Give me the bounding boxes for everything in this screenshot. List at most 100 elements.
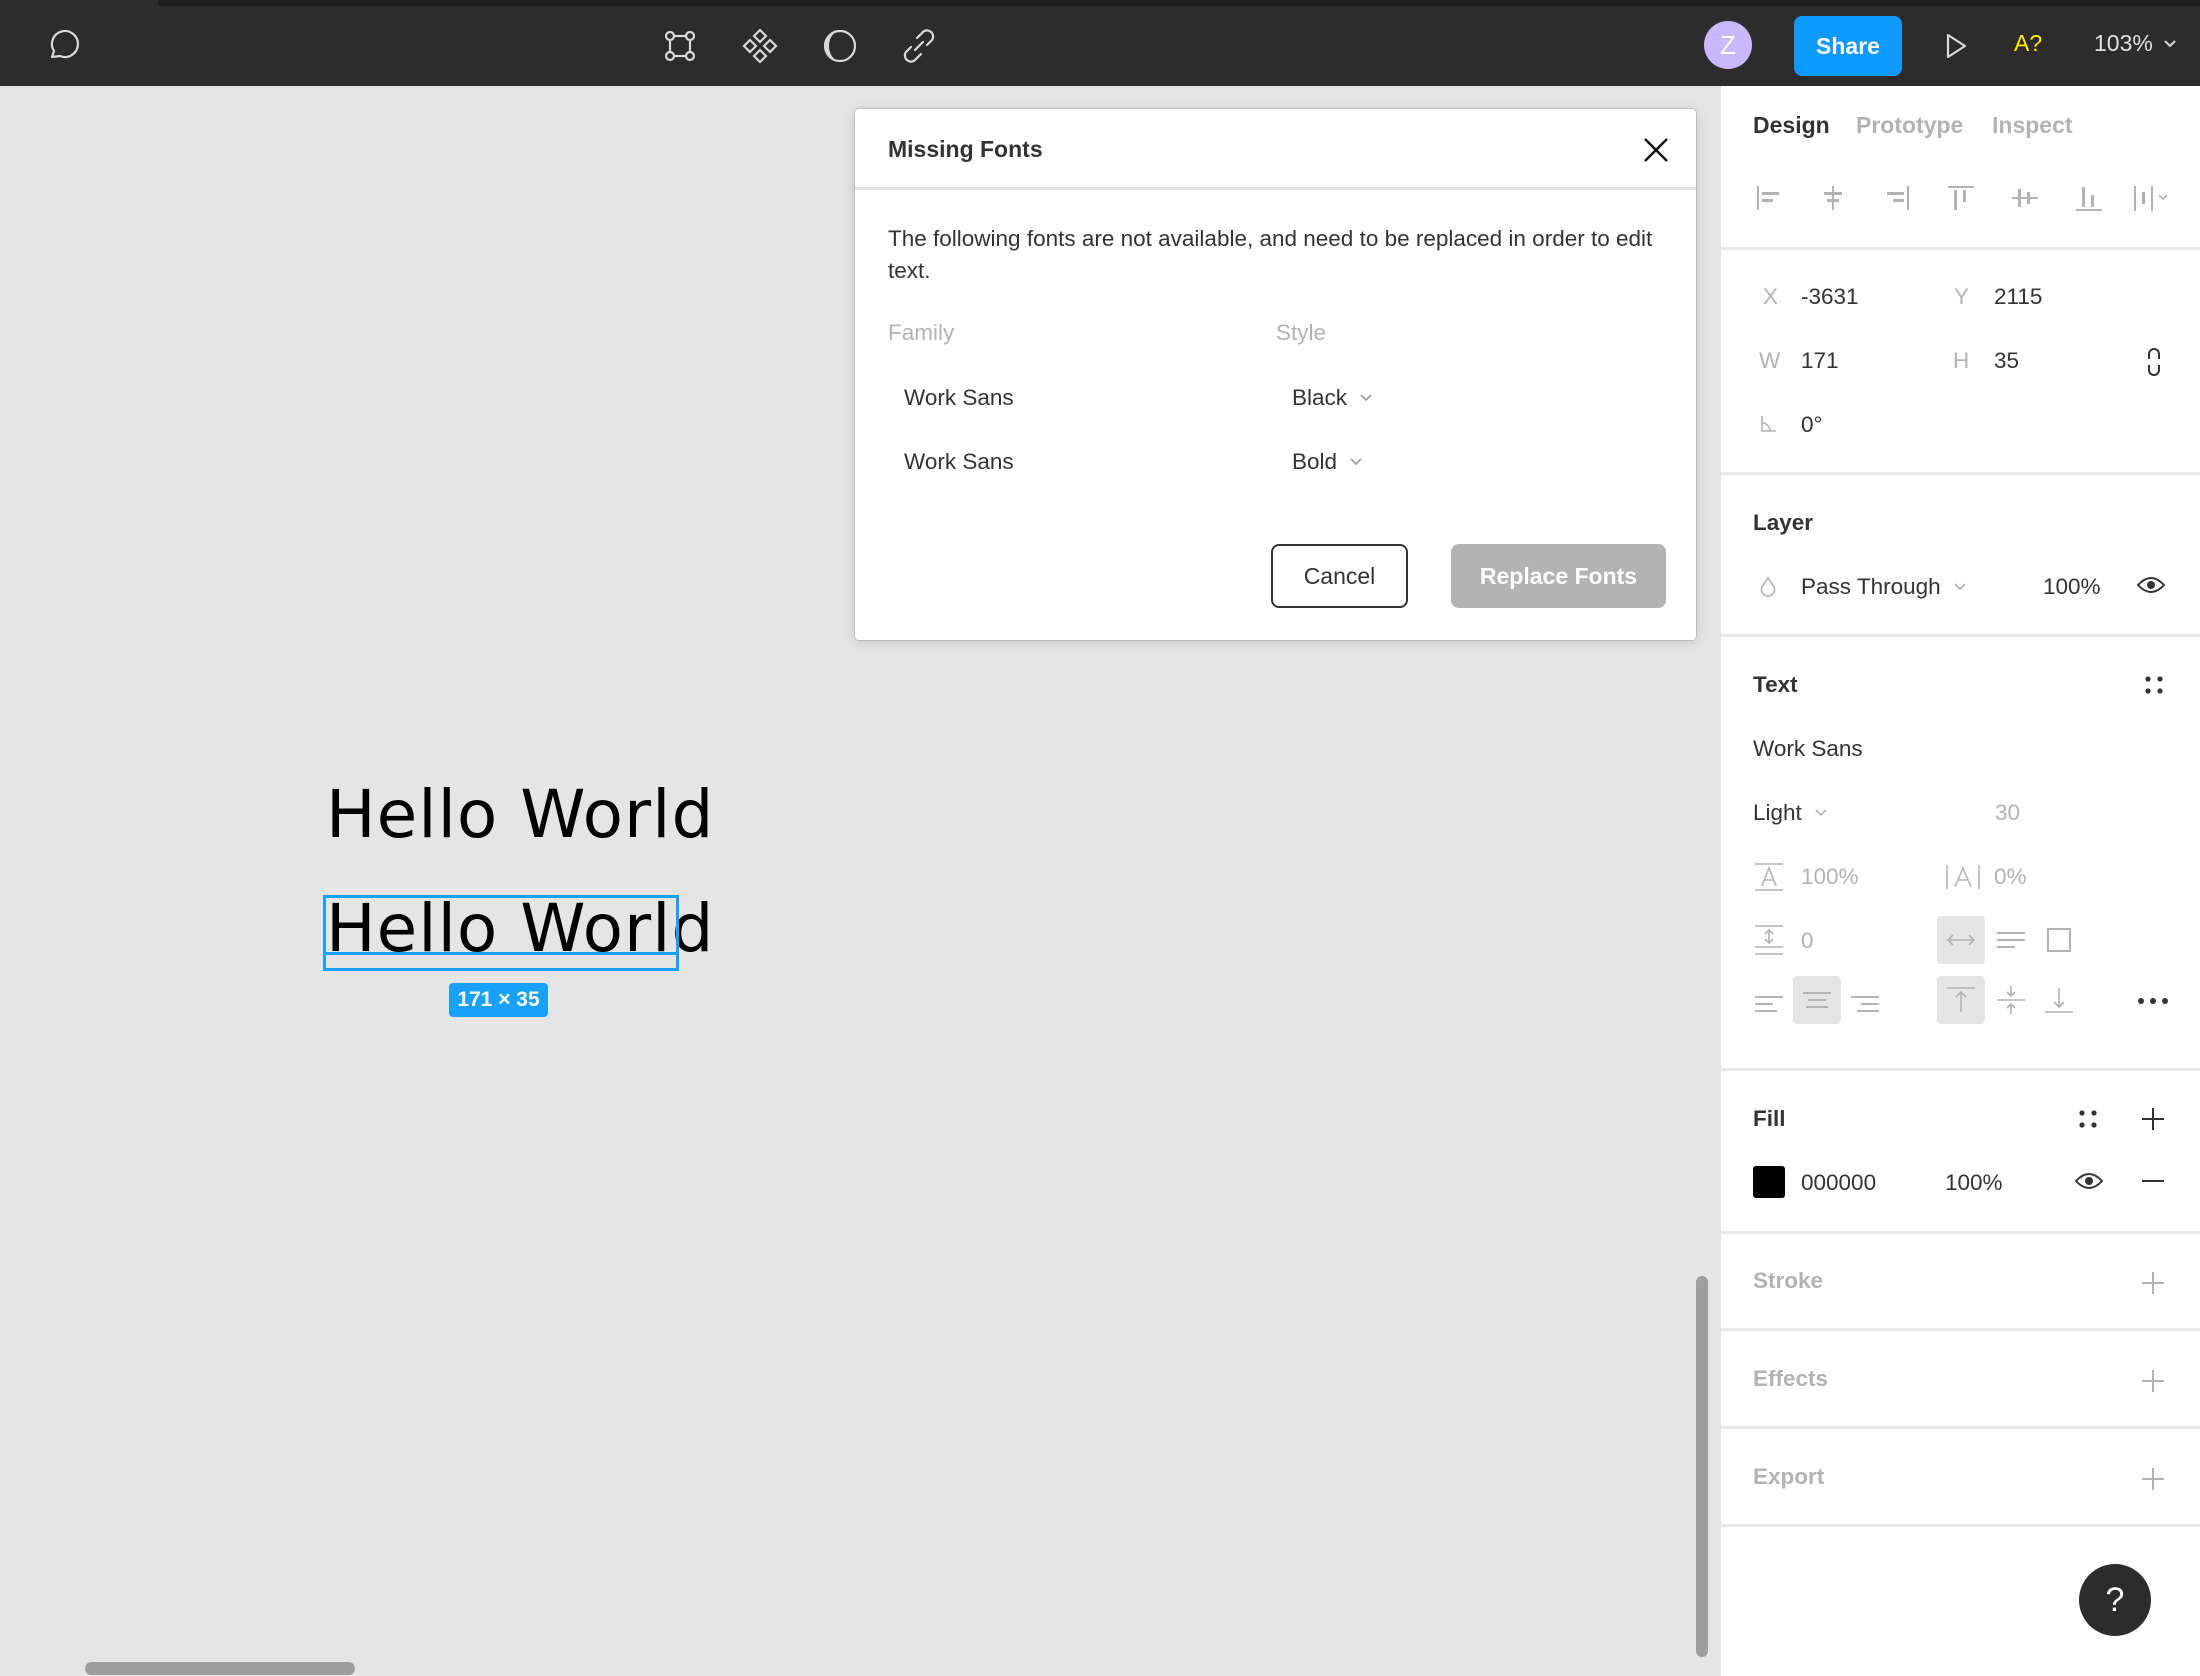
paragraph-spacing-icon [1753,922,1785,958]
title-strip [158,0,2200,6]
w-label: W [1759,348,1781,373]
vertical-align-bottom-icon[interactable] [2035,976,2083,1024]
dialog-header: Missing Fonts [855,109,1696,190]
vertical-align-top-icon[interactable] [1937,976,1985,1024]
fill-hex-input[interactable]: 000000 [1801,1170,1876,1196]
y-label: Y [1954,284,1970,309]
x-label: X [1763,284,1779,309]
height-input[interactable]: 35 [1994,348,2019,374]
text-styles-icon[interactable] [2139,670,2169,700]
style-dropdown[interactable]: Bold [1292,449,1363,475]
align-bottom-icon[interactable] [2071,180,2107,216]
fill-visibility-eye-icon[interactable] [2071,1166,2107,1196]
line-height-icon [1753,860,1785,894]
chevron-down-icon [1360,394,1372,402]
close-icon[interactable] [1638,132,1674,168]
blend-mode-value: Pass Through [1801,574,1941,599]
letter-spacing-input[interactable]: 0% [1994,864,2027,890]
top-toolbar: Z Share A? 103% [0,0,2200,86]
rotation-input[interactable]: 0° [1801,412,1823,438]
divider [1721,634,2200,637]
missing-fonts-dialog: Missing Fonts The following fonts are no… [855,109,1696,640]
layer-opacity-input[interactable]: 100% [2043,574,2101,600]
rotation-icon [1757,412,1781,436]
fill-styles-icon[interactable] [2073,1104,2103,1134]
family-column-header: Family [888,320,955,345]
play-icon[interactable] [1940,28,1972,64]
constrain-proportions-icon[interactable] [2139,342,2169,382]
divider [1721,472,2200,475]
fixed-size-icon[interactable] [2035,916,2083,964]
divider [1721,1328,2200,1331]
blend-mode-icon [1757,574,1779,600]
font-style-dropdown[interactable]: Light [1753,800,1828,826]
missing-font-family: Work Sans [904,449,1014,474]
tab-design[interactable]: Design [1753,112,1830,139]
add-export-icon[interactable] [2136,1462,2170,1496]
divider [1721,247,2200,250]
text-align-center-icon[interactable] [1793,976,1841,1024]
dialog-description: The following fonts are not available, a… [888,226,1653,283]
x-input[interactable]: -3631 [1801,284,1859,310]
style-value: Bold [1292,449,1338,474]
avatar-initial: Z [1720,29,1736,60]
layer-section-title: Layer [1753,510,1814,535]
chevron-down-icon [1954,583,1966,591]
letter-spacing-icon [1943,860,1983,894]
divider [1721,1231,2200,1234]
fill-color-swatch[interactable] [1753,1166,1785,1198]
canvas-text-layer[interactable]: Hello World [326,776,714,853]
user-avatar[interactable]: Z [1704,21,1752,69]
align-vertical-center-icon[interactable] [2007,180,2043,216]
remove-fill-icon[interactable] [2136,1166,2170,1196]
add-fill-icon[interactable] [2136,1102,2170,1136]
question-mark-icon: ? [2105,1580,2125,1619]
align-top-icon[interactable] [1943,180,1979,216]
fill-section-title: Fill [1753,1106,1786,1131]
align-left-icon[interactable] [1751,180,1787,216]
comment-icon[interactable] [40,22,86,68]
style-dropdown[interactable]: Black [1292,385,1373,411]
font-size-input[interactable]: 30 [1995,800,2020,826]
help-button[interactable]: ? [2079,1564,2151,1636]
text-section-title: Text [1753,672,1798,697]
y-input[interactable]: 2115 [1994,284,2042,310]
divider [1721,1426,2200,1429]
link-icon[interactable] [897,24,941,68]
cancel-button[interactable]: Cancel [1271,544,1408,608]
line-height-input[interactable]: 100% [1801,864,1859,890]
text-align-right-icon[interactable] [1847,980,1883,1028]
auto-width-icon[interactable] [1937,916,1985,964]
more-options-icon[interactable] [2133,986,2173,1016]
font-family-dropdown[interactable]: Work Sans [1753,736,1863,762]
text-align-left-icon[interactable] [1751,980,1787,1028]
align-horizontal-center-icon[interactable] [1815,180,1851,216]
missing-fonts-indicator[interactable]: A? [2014,30,2042,57]
h-label: H [1953,348,1970,373]
zoom-dropdown[interactable]: 103% [2094,30,2177,57]
width-input[interactable]: 171 [1801,348,1839,374]
align-right-icon[interactable] [1879,180,1915,216]
horizontal-scrollbar[interactable] [85,1662,355,1675]
vertical-align-middle-icon[interactable] [1987,976,2035,1024]
chevron-down-icon [1815,809,1827,817]
selection-outline[interactable] [323,895,679,971]
frame-tool-icon[interactable] [658,24,702,68]
dialog-title: Missing Fonts [888,136,1043,162]
auto-height-icon[interactable] [1987,916,2035,964]
add-stroke-icon[interactable] [2136,1266,2170,1300]
vertical-scrollbar[interactable] [1696,1276,1708,1657]
visibility-eye-icon[interactable] [2133,570,2169,600]
tab-inspect[interactable]: Inspect [1992,112,2073,139]
tab-prototype[interactable]: Prototype [1856,112,1963,139]
mask-contrast-icon[interactable] [818,24,862,68]
paragraph-spacing-input[interactable]: 0 [1801,928,1814,954]
style-value: Black [1292,385,1348,410]
distribute-icon[interactable] [2129,180,2181,216]
components-icon[interactable] [738,24,782,68]
blend-mode-dropdown[interactable]: Pass Through [1801,574,1967,600]
fill-opacity-input[interactable]: 100% [1945,1170,2003,1196]
add-effect-icon[interactable] [2136,1364,2170,1398]
replace-fonts-button[interactable]: Replace Fonts [1451,544,1666,608]
share-button[interactable]: Share [1794,16,1902,76]
